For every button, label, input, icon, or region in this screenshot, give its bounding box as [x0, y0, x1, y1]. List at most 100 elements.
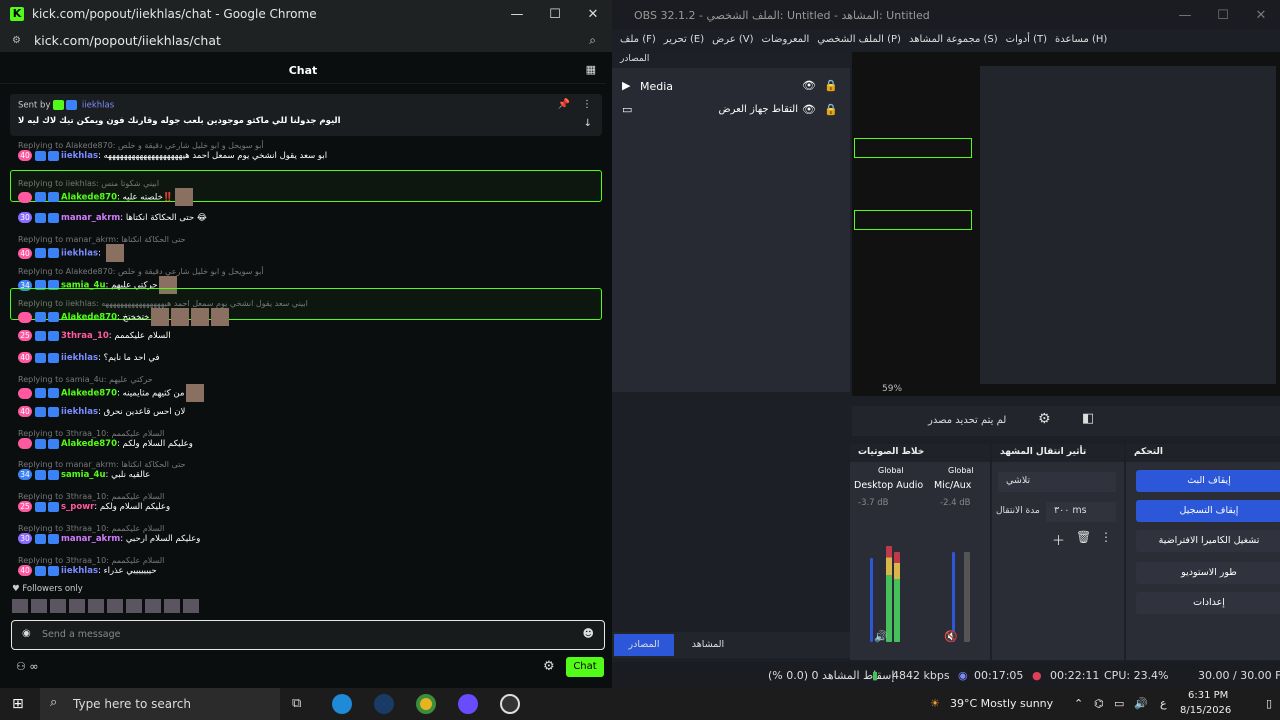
app-icon[interactable]: [458, 694, 478, 714]
emote[interactable]: [107, 599, 123, 613]
chat-username[interactable]: Alakede870: [61, 389, 117, 399]
emote[interactable]: [126, 599, 142, 613]
reply-context[interactable]: Replying to samia_4u: حركتي عليهم: [18, 375, 153, 384]
reply-icon[interactable]: ◉: [22, 628, 31, 639]
pin-icon[interactable]: 📌: [558, 99, 570, 110]
reply-context[interactable]: Replying to iiekhlas: ابيني شكوتا منس: [18, 179, 159, 188]
obs-icon[interactable]: [500, 694, 520, 714]
gear-icon[interactable]: ⚙: [1038, 411, 1051, 427]
language-indicator[interactable]: ع: [1160, 697, 1167, 710]
emote-image[interactable]: [175, 188, 194, 206]
emote[interactable]: [145, 599, 161, 613]
volume-slider[interactable]: [870, 558, 873, 642]
emote[interactable]: [69, 599, 85, 613]
volume-icon[interactable]: 🔊: [1134, 697, 1148, 710]
maximize-icon[interactable]: ☐: [536, 7, 574, 22]
tab-scenes[interactable]: المشاهد: [678, 634, 738, 656]
emoji-icon[interactable]: ☻: [583, 627, 594, 640]
menu-item[interactable]: الملف الشخصي (P): [817, 34, 901, 45]
edge-icon[interactable]: [332, 694, 352, 714]
taskbar-search[interactable]: ⌕ Type here to search: [40, 688, 280, 720]
chat-username[interactable]: iiekhlas: [61, 566, 98, 576]
chat-username[interactable]: Alakede870: [61, 313, 117, 323]
emote[interactable]: [183, 599, 199, 613]
speaker-icon[interactable]: 🔊: [874, 630, 888, 643]
trash-icon[interactable]: 🗑: [1076, 530, 1091, 544]
chat-username[interactable]: s_powr: [61, 502, 94, 512]
clock-date[interactable]: 8/15/2026: [1180, 705, 1231, 716]
reply-context[interactable]: Replying to 3thraa_10: السلام عليكممم: [18, 556, 164, 565]
emote[interactable]: [31, 599, 47, 613]
emote-bar[interactable]: [12, 599, 199, 613]
emote[interactable]: [12, 599, 28, 613]
emote-image[interactable]: [171, 308, 190, 326]
search-placeholder[interactable]: Type here to search: [73, 697, 191, 711]
add-icon[interactable]: ＋: [1052, 530, 1065, 549]
minimize-icon[interactable]: —: [1166, 8, 1204, 23]
site-info-icon[interactable]: ⚙: [12, 35, 24, 46]
menu-item[interactable]: مجموعة المشاهد (S): [909, 34, 998, 45]
zoom-level[interactable]: 59%: [882, 384, 902, 394]
source-item-media[interactable]: ▶ Media 👁 🔒: [612, 76, 850, 98]
more-options-icon[interactable]: ⋮: [1100, 530, 1112, 544]
emote-image[interactable]: [105, 244, 124, 262]
emote[interactable]: [88, 599, 104, 613]
more-options-icon[interactable]: ⋮: [582, 99, 592, 110]
chat-send-button[interactable]: Chat: [566, 657, 604, 677]
filter-icon[interactable]: ◧: [1082, 411, 1094, 426]
tray-chevron-icon[interactable]: ⌃: [1074, 697, 1083, 710]
emote[interactable]: [50, 599, 66, 613]
preview-canvas[interactable]: [852, 52, 1280, 396]
windows-start-icon[interactable]: ⊞: [12, 696, 24, 712]
eye-icon[interactable]: 👁: [802, 103, 816, 116]
menu-item[interactable]: تحرير (E): [664, 34, 704, 45]
volume-slider[interactable]: [952, 552, 955, 642]
chrome-icon[interactable]: [416, 694, 436, 714]
emote-image[interactable]: [186, 384, 205, 402]
close-icon[interactable]: ✕: [1242, 8, 1280, 23]
steam-icon[interactable]: [374, 694, 394, 714]
reply-context[interactable]: Replying to Alakede870: أبو سويحل و ابو …: [18, 141, 264, 150]
reply-context[interactable]: Replying to Alakede870: أبو سويحل و ابو …: [18, 267, 264, 276]
notification-icon[interactable]: ▯: [1266, 697, 1272, 710]
menu-item[interactable]: المعروضات: [762, 34, 810, 45]
zoom-search-icon[interactable]: ⌕: [589, 33, 596, 48]
duration-input[interactable]: ٣٠٠ ms: [1046, 502, 1116, 522]
chat-username[interactable]: samia_4u: [61, 470, 106, 480]
menu-item[interactable]: عرض (V): [712, 34, 753, 45]
transition-select[interactable]: تلاشي: [998, 472, 1116, 492]
source-item-display-capture[interactable]: ▭ التقاط جهاز العرض 👁 🔒: [612, 100, 850, 122]
eye-icon[interactable]: 👁: [802, 79, 816, 92]
chat-username[interactable]: iiekhlas: [61, 353, 98, 363]
menu-item[interactable]: ملف (F): [620, 34, 656, 45]
gear-icon[interactable]: ⚙: [543, 659, 555, 674]
mic-muted-icon[interactable]: 🔇: [944, 630, 958, 643]
menu-item[interactable]: أدوات (T): [1006, 34, 1047, 45]
chat-username[interactable]: 3thraa_10: [61, 331, 109, 341]
address-bar[interactable]: ⚙ kick.com/popout/iiekhlas/chat ⌕: [0, 28, 612, 52]
settings-button[interactable]: إعدادات: [1136, 592, 1280, 614]
stop-stream-button[interactable]: إيقاف البث: [1136, 470, 1280, 492]
infinity-icon[interactable]: ⚇ ∞: [16, 660, 39, 673]
chat-input-placeholder[interactable]: Send a message: [42, 629, 120, 640]
clock-time[interactable]: 6:31 PM: [1188, 690, 1228, 701]
network-icon[interactable]: ⌬: [1094, 697, 1104, 710]
chat-settings-icon[interactable]: ▦: [586, 63, 596, 76]
chat-username[interactable]: iiekhlas: [61, 151, 98, 161]
virtual-camera-button[interactable]: تشغيل الكاميرا الافتراضية: [1136, 530, 1280, 552]
chat-username[interactable]: Alakede870: [61, 193, 117, 203]
chat-username[interactable]: Alakede870: [61, 439, 117, 449]
audio-source-name[interactable]: Desktop Audio: [854, 480, 923, 491]
chat-username[interactable]: manar_akrm: [61, 213, 120, 223]
tab-sources[interactable]: المصادر: [614, 634, 674, 656]
stop-recording-button[interactable]: إيقاف التسجيل: [1136, 500, 1280, 522]
lock-icon[interactable]: 🔒: [824, 79, 838, 92]
expand-arrow-icon[interactable]: ↓: [584, 118, 592, 129]
emote-image[interactable]: [211, 308, 230, 326]
chat-input[interactable]: ◉ Send a message ☻: [11, 620, 605, 650]
weather-text[interactable]: 39°C Mostly sunny: [950, 697, 1053, 710]
chat-username[interactable]: manar_akrm: [61, 534, 120, 544]
reply-context[interactable]: Replying to manar_akrm: حتى الحكاكة انكت…: [18, 235, 186, 244]
emote-image[interactable]: [151, 308, 170, 326]
battery-icon[interactable]: ▭: [1114, 697, 1124, 710]
